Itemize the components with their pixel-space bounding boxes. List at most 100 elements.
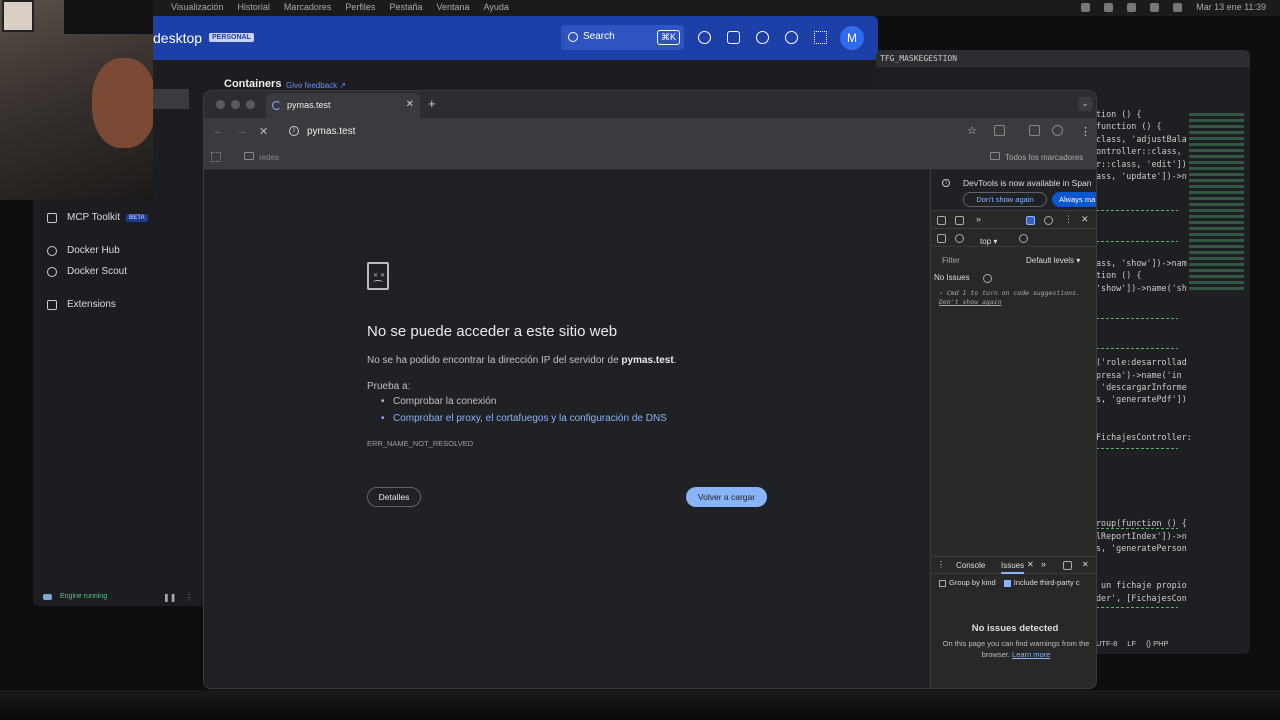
reload-button[interactable]: Volver a cargar	[686, 487, 767, 507]
back-button[interactable]: ←	[213, 125, 224, 137]
browser-tab[interactable]: pymas.test ✕	[266, 93, 420, 118]
menu-visualizacion[interactable]: Visualización	[171, 2, 223, 12]
zoom-window-button[interactable]	[246, 100, 255, 109]
code-line[interactable]: ontroller::class,	[1096, 145, 1186, 157]
all-bookmarks-button[interactable]: Todos los marcadores	[1005, 153, 1083, 162]
inspect-element-icon[interactable]	[937, 216, 946, 225]
code-line[interactable]	[1096, 232, 1186, 244]
code-line[interactable]	[1096, 406, 1186, 418]
code-line[interactable]: s, 'generatePerson	[1096, 542, 1187, 554]
chrome-menu-icon[interactable]: ⋮	[1080, 125, 1091, 138]
minimap[interactable]	[1189, 110, 1244, 610]
give-feedback-link[interactable]: Give feedback ↗	[286, 81, 346, 90]
minimize-window-button[interactable]	[231, 100, 240, 109]
code-line[interactable]: class, 'adjustBala	[1096, 133, 1187, 145]
close-icon[interactable]: ✕	[406, 99, 414, 110]
code-line[interactable]	[1096, 468, 1186, 480]
forward-button[interactable]: →	[236, 125, 247, 137]
ai-assistant-icon[interactable]	[1026, 216, 1035, 225]
menu-marcadores[interactable]: Marcadores	[284, 2, 332, 12]
gear-icon[interactable]	[983, 274, 992, 283]
drawer-menu-icon[interactable]: ⋮	[937, 560, 945, 569]
code-line[interactable]	[1096, 493, 1186, 505]
sidebar-item-docker-hub[interactable]: Docker Hub	[47, 245, 120, 256]
log-levels-dropdown[interactable]: Default levels ▾	[1026, 256, 1080, 265]
code-line[interactable]	[1096, 567, 1186, 579]
more-options-icon[interactable]: ⋮	[1064, 214, 1073, 225]
code-line[interactable]	[1096, 319, 1186, 331]
code-line[interactable]: 'show'])->name('sh	[1096, 282, 1187, 294]
code-line[interactable]: function () {	[1096, 120, 1186, 132]
code-line[interactable]	[1096, 344, 1186, 356]
code-line[interactable]	[1096, 443, 1186, 455]
reading-list-icon[interactable]	[1029, 125, 1040, 136]
language-label[interactable]: {} PHP	[1146, 639, 1169, 648]
grid-icon[interactable]	[814, 31, 827, 44]
menu-perfiles[interactable]: Perfiles	[345, 2, 375, 12]
code-line[interactable]	[1096, 244, 1186, 256]
more-tabs-icon[interactable]: »	[1041, 559, 1046, 569]
address-bar[interactable]: i pymas.test ☆	[281, 121, 981, 142]
close-drawer-icon[interactable]: ✕	[1082, 560, 1089, 569]
code-line[interactable]	[1096, 418, 1186, 430]
pause-icon[interactable]: ❚❚	[163, 593, 176, 602]
code-line[interactable]	[1096, 505, 1186, 517]
code-line[interactable]: tion () {	[1096, 108, 1186, 120]
code-line[interactable]	[1096, 617, 1186, 629]
menu-ayuda[interactable]: Ayuda	[484, 2, 509, 12]
filter-input[interactable]: Filter	[942, 256, 960, 265]
sidebar-item-docker-scout[interactable]: Docker Scout	[47, 266, 127, 277]
menu-pestana[interactable]: Pestaña	[389, 2, 422, 12]
code-line[interactable]	[1096, 331, 1186, 343]
tab-issues[interactable]: Issues	[1001, 561, 1025, 574]
avatar[interactable]: M	[840, 26, 864, 50]
code-line[interactable]: r::class, 'edit'])	[1096, 158, 1187, 170]
more-tabs-icon[interactable]: »	[976, 214, 981, 224]
sidebar-selected-item[interactable]	[153, 89, 189, 109]
status-app-icon[interactable]	[1081, 2, 1091, 12]
always-match-button[interactable]: Always ma	[1052, 192, 1096, 207]
extensions-icon[interactable]	[994, 125, 1005, 136]
dont-show-again-button[interactable]: Don't show again	[963, 192, 1047, 207]
code-line[interactable]	[1096, 195, 1186, 207]
stop-loading-button[interactable]: ✕	[259, 125, 268, 138]
docker-search-button[interactable]: Search ⌘K	[561, 25, 684, 50]
more-options-icon[interactable]: ⋮	[185, 593, 193, 602]
code-line[interactable]: ass, 'show'])->nam	[1096, 257, 1187, 269]
profile-icon[interactable]	[1052, 125, 1063, 136]
device-toolbar-icon[interactable]	[955, 216, 964, 225]
bookmark-folder-redes[interactable]: redes	[259, 153, 279, 162]
code-area[interactable]: tion () {function () {class, 'adjustBala…	[1096, 108, 1192, 654]
learn-icon[interactable]	[756, 31, 769, 44]
code-line[interactable]: 'descargarInforme	[1096, 381, 1187, 393]
suggestion-check-proxy-link[interactable]: Comprobar el proxy, el cortafuegos y la …	[381, 413, 667, 424]
code-line[interactable]: s, 'generatePdf'])	[1096, 393, 1187, 405]
tab-search-button[interactable]: ⌄	[1078, 97, 1092, 111]
apps-grid-icon[interactable]	[211, 152, 221, 162]
gear-icon[interactable]	[785, 31, 798, 44]
url-text[interactable]: pymas.test	[307, 126, 355, 137]
bookmark-star-icon[interactable]: ☆	[967, 124, 977, 137]
learn-more-link[interactable]: Learn more	[1012, 650, 1050, 659]
code-line[interactable]: lReportIndex'])->n	[1096, 530, 1187, 542]
encoding-label[interactable]: UTF-8	[1096, 639, 1117, 648]
menu-ventana[interactable]: Ventana	[436, 2, 469, 12]
status-app-icon[interactable]	[1104, 2, 1114, 12]
gear-icon[interactable]	[1044, 216, 1053, 225]
dock-side-icon[interactable]	[1063, 561, 1072, 570]
details-button[interactable]: Detalles	[367, 487, 421, 507]
clear-console-icon[interactable]	[955, 234, 964, 243]
menu-historial[interactable]: Historial	[237, 2, 270, 12]
sidebar-item-extensions[interactable]: Extensions	[47, 299, 116, 310]
new-tab-button[interactable]: +	[428, 96, 436, 111]
group-by-kind-checkbox[interactable]: Group by kind	[939, 578, 996, 587]
line-ending-label[interactable]: LF	[1127, 639, 1136, 648]
close-window-button[interactable]	[216, 100, 225, 109]
code-line[interactable]	[1096, 455, 1186, 467]
code-line[interactable]	[1096, 555, 1186, 567]
code-line[interactable]: der', [FichajesCon	[1096, 592, 1187, 604]
project-name[interactable]: TFG_MASKEGESTION	[880, 54, 957, 63]
code-line[interactable]: ass, 'update'])->n	[1096, 170, 1187, 182]
search-icon[interactable]	[1173, 2, 1183, 12]
context-selector[interactable]: top ▾	[980, 237, 997, 246]
